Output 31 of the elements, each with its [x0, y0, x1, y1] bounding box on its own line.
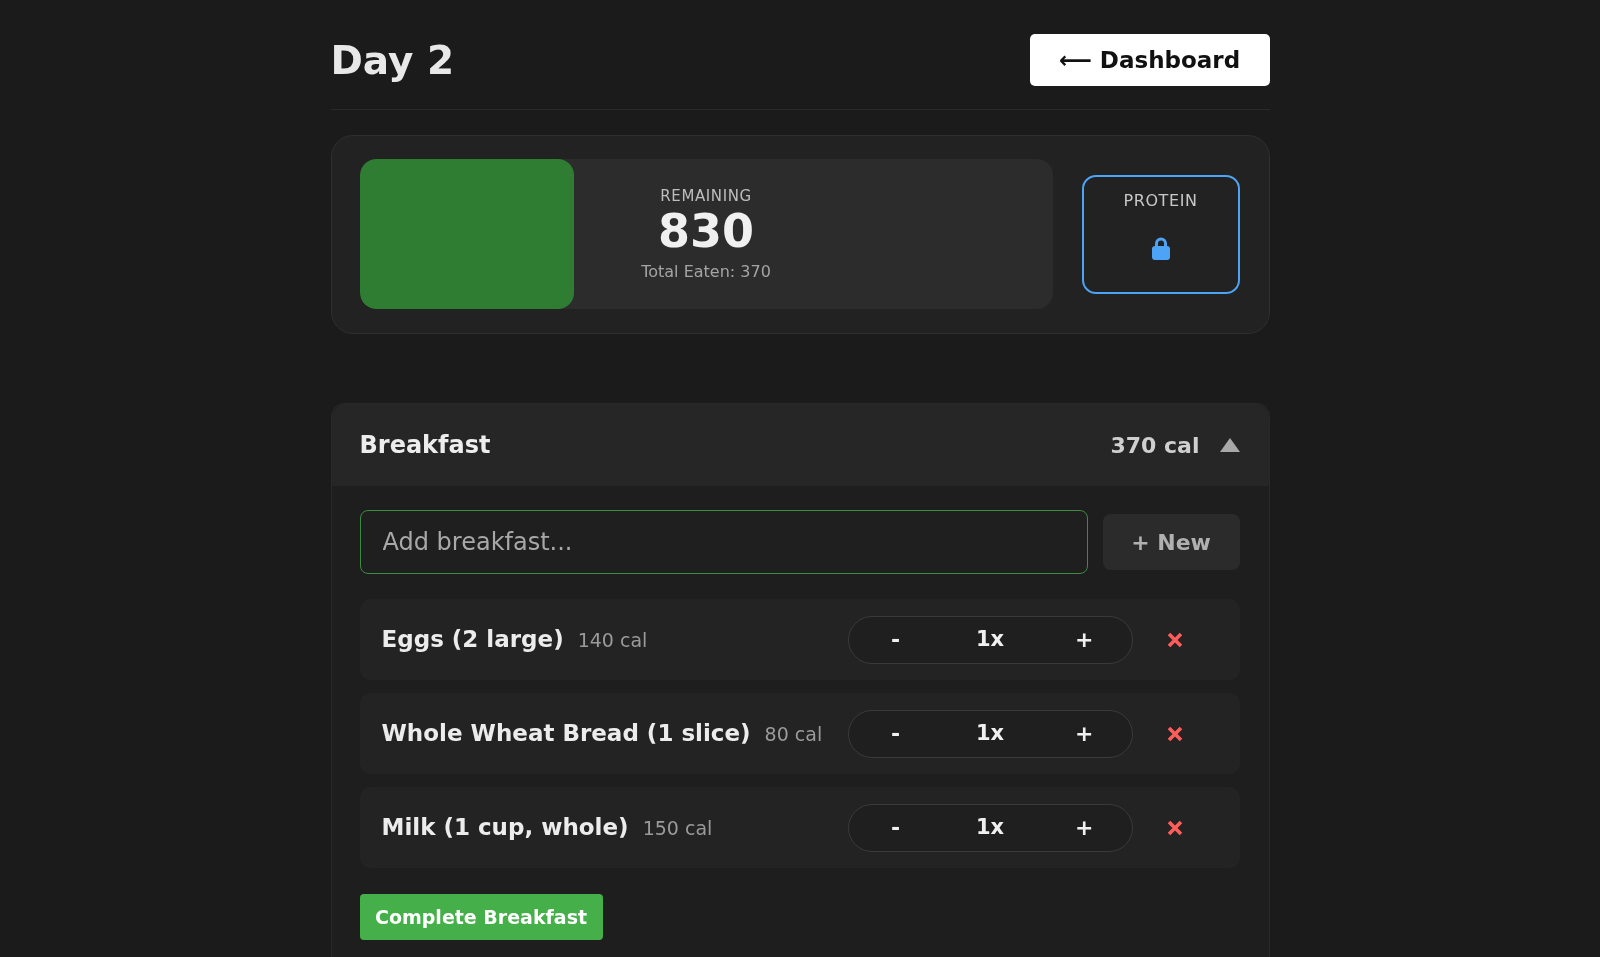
quantity-text: 1x — [974, 625, 1006, 653]
decrease-button[interactable]: - — [848, 628, 943, 651]
quantity-text: 1x — [974, 719, 1006, 747]
close-icon — [1166, 819, 1183, 836]
meal-calories: 370 cal — [1110, 431, 1200, 460]
protein-card[interactable]: PROTEIN — [1081, 174, 1240, 294]
decrease-button[interactable]: - — [848, 816, 943, 839]
meal-header[interactable]: Breakfast 370 cal — [331, 404, 1269, 486]
page-title: Day 2 — [330, 40, 455, 80]
food-name: Eggs (2 large) — [381, 625, 564, 655]
food-name: Milk (1 cup, whole) — [381, 813, 629, 843]
close-icon — [1166, 631, 1183, 648]
meal-title: Breakfast — [359, 430, 491, 461]
decrease-button[interactable]: - — [848, 722, 943, 745]
food-name: Whole Wheat Bread (1 slice) — [381, 719, 751, 749]
increase-button[interactable]: + — [1037, 816, 1132, 839]
increase-button[interactable]: + — [1037, 628, 1132, 651]
quantity-text: 1x — [974, 813, 1006, 841]
food-calories: 150 cal — [642, 816, 713, 842]
remaining-value: 830 — [658, 207, 754, 256]
increase-button[interactable]: + — [1037, 722, 1132, 745]
input-field[interactable]: Add breakfast... — [359, 510, 1088, 574]
food-calories: 140 cal — [577, 628, 648, 654]
close-icon — [1166, 725, 1183, 742]
protein-label: PROTEIN — [1123, 190, 1198, 210]
new-button[interactable]: + New — [1102, 514, 1240, 570]
caret-icon[interactable] — [1219, 438, 1240, 452]
total-eaten-text: Total Eaten: 370 — [641, 261, 771, 281]
food-calories: 80 cal — [764, 722, 823, 748]
remaining-label: REMAINING — [660, 187, 752, 206]
dashboard-button[interactable]: ⟵ Dashboard — [1029, 34, 1270, 86]
